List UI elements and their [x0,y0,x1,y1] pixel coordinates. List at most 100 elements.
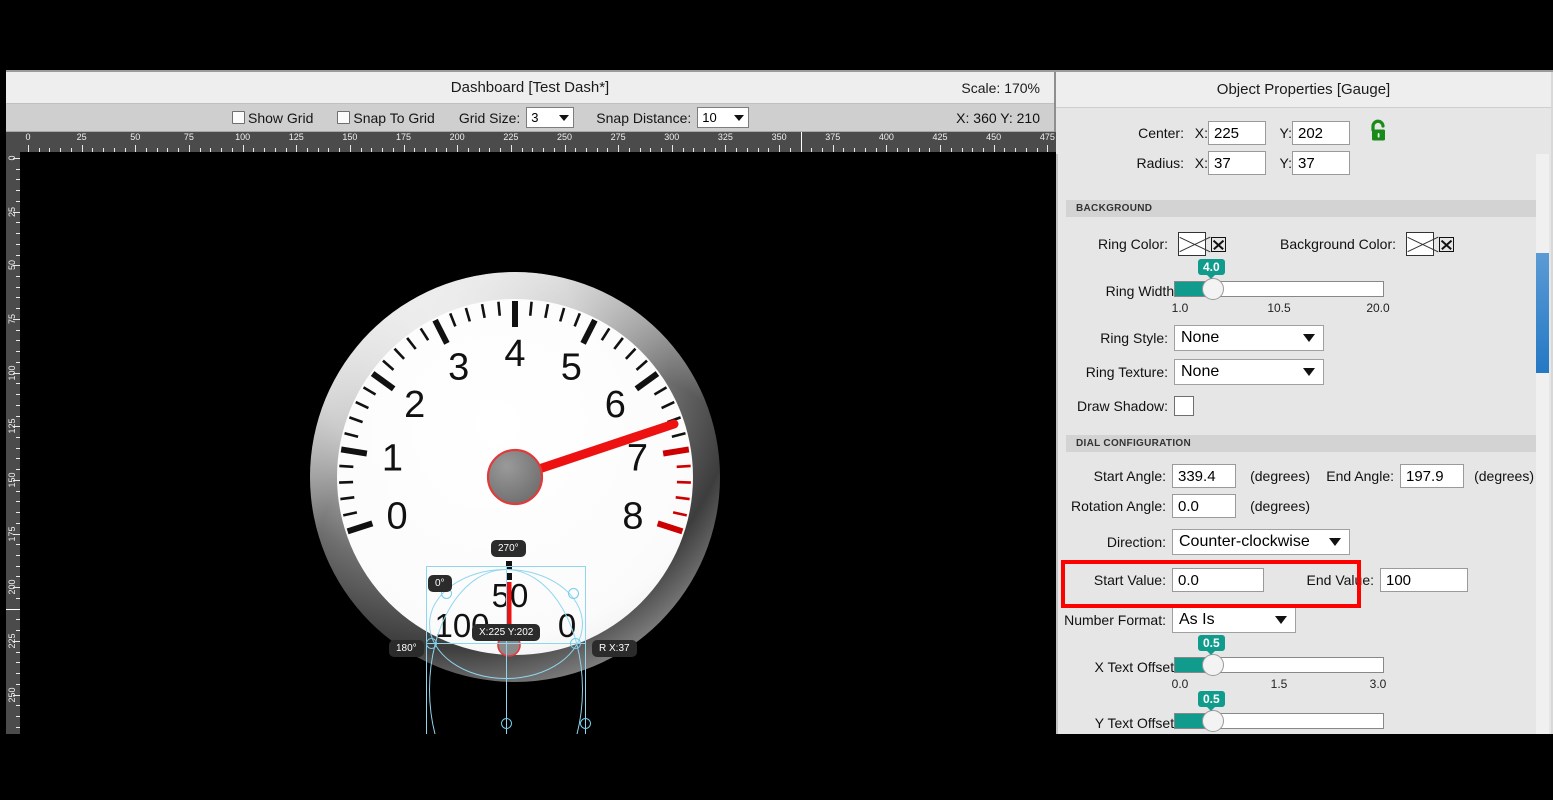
ruler-label: 300 [664,132,680,142]
selection-handle-end-angle[interactable] [568,588,579,599]
ruler-label: 375 [825,132,841,142]
ruler-label: 75 [183,132,194,142]
radius-y-input[interactable]: 37 [1292,151,1350,175]
gauge-dial-number: 1 [382,438,403,480]
properties-scrollbar-thumb[interactable] [1536,253,1549,373]
ring-color-swatch[interactable] [1178,232,1206,256]
snap-to-grid-checkbox[interactable]: Snap To Grid [337,110,435,126]
properties-body: Center: X: 225 Y: 202 Radius: X: 37 Y: 3… [1056,118,1551,734]
ruler-tick [1047,145,1049,152]
editor-toolbar: Show Grid Snap To Grid Grid Size: 3 Snap… [6,104,1054,132]
selection-handle-radius-y[interactable] [501,718,512,729]
direction-select[interactable]: Counter-clockwise [1172,529,1350,555]
radius-x-label: X: [1194,155,1208,171]
checkbox-box[interactable] [337,111,351,124]
dashboard-canvas[interactable]: 012345678 50 100 0 [20,152,1056,734]
chevron-down-icon [559,114,570,121]
ruler-label: 150 [342,132,358,142]
number-format-select[interactable]: As Is [1172,607,1296,633]
y-text-offset-slider-knob[interactable] [1202,710,1224,732]
ring-texture-value: None [1181,363,1220,380]
background-color-clear-button[interactable] [1439,236,1454,252]
chevron-down-icon [734,114,745,121]
horizontal-ruler[interactable]: 0 25 50 75 100 125 150 175 200 225 250 275 300 325 350… [20,132,1056,152]
ruler-label: 125 [7,418,17,434]
vertical-ruler[interactable]: 0 25 50 75 100 125 150 175 200 225 250 [6,152,20,734]
ruler-tick [403,145,405,152]
rotation-angle-row: Rotation Angle: 0.0 (degrees) [1056,491,1551,521]
end-value-label: End Value: [1306,572,1374,588]
angles-row: Start Angle: 339.4 (degrees) End Angle: … [1056,461,1551,491]
tag-angle-180: 180° [389,640,424,657]
properties-scrollbar-track[interactable] [1536,154,1549,734]
ruler-tick [779,145,781,152]
center-x-input[interactable]: 225 [1208,121,1266,145]
snap-distance-select[interactable]: 10 [697,107,750,128]
unlocked-padlock-icon[interactable] [1366,118,1392,149]
ruler-cursor-marker [6,608,20,610]
x-text-offset-slider-knob[interactable] [1202,654,1224,676]
gauge-dial-number: 7 [627,438,648,480]
scale-label: Scale: 170% [961,79,1040,96]
snap-distance-label: Snap Distance: [596,109,692,126]
direction-label: Direction: [1106,534,1166,550]
rotation-angle-input[interactable]: 0.0 [1172,494,1236,518]
radius-x-input[interactable]: 37 [1208,151,1266,175]
ring-texture-select[interactable]: None [1174,359,1324,385]
ruler-tick [671,145,673,152]
ring-width-slider-group: Ring Width: 4.0 1.0 10.5 20.0 [1056,259,1551,323]
ruler-corner [6,132,20,152]
gauge-dial-number: 8 [622,495,643,537]
gauge-major-tick [662,446,690,457]
ruler-tick [725,145,727,152]
gauge-dial-number: 5 [561,347,582,389]
start-angle-input[interactable]: 339.4 [1172,464,1236,488]
ruler-label: 175 [7,526,17,542]
ring-style-select[interactable]: None [1174,325,1324,351]
ring-texture-label: Ring Texture: [1085,364,1168,380]
ring-width-slider-knob[interactable] [1202,278,1224,300]
dial-section-header: DIAL CONFIGURATION [1066,435,1539,452]
ruler-label: 50 [130,132,141,142]
show-grid-checkbox[interactable]: Show Grid [232,110,313,126]
ruler-label: 150 [7,472,17,488]
gauge-minor-tick [497,301,502,316]
tag-angle-270: 270° [491,540,526,557]
ruler-tick [188,145,190,152]
end-angle-input[interactable]: 197.9 [1400,464,1464,488]
cursor-coordinate-readout: X: 360 Y: 210 [956,109,1040,126]
gauge-minor-tick [675,496,690,501]
snap-distance-value: 10 [702,110,717,125]
ruler-tick [81,145,83,152]
ring-width-label: Ring Width: [1105,283,1178,299]
chevron-down-icon [1275,616,1287,624]
end-value-input[interactable]: 100 [1380,568,1468,592]
properties-titlebar: Object Properties [Gauge] [1056,72,1551,108]
start-value-label: Start Value: [1093,572,1166,588]
selection-handle-left[interactable] [426,638,437,649]
draw-shadow-label: Draw Shadow: [1076,398,1168,414]
start-value-input[interactable]: 0.0 [1172,568,1264,592]
x-text-offset-min-label: 0.0 [1171,677,1189,691]
checkbox-box[interactable] [232,111,245,124]
selection-handle-radius-x[interactable] [580,718,591,729]
number-format-row: Number Format: As Is [1056,605,1551,635]
editor-titlebar: Dashboard [Test Dash*] Scale: 170% [6,72,1054,104]
ruler-label: 100 [235,132,251,142]
number-format-label: Number Format: [1064,612,1166,628]
gauge-hub [486,448,544,506]
center-y-input[interactable]: 202 [1292,121,1350,145]
chevron-down-icon [1303,334,1315,342]
rotation-angle-units: (degrees) [1250,498,1310,514]
radius-label: Radius: [1136,155,1184,171]
editor-title: Dashboard [Test Dash*] [450,79,610,96]
ruler-tick [349,145,351,152]
selection-handle-right[interactable] [570,638,581,649]
ring-color-clear-button[interactable] [1211,236,1226,252]
background-color-swatch[interactable] [1406,232,1434,256]
ruler-tick [940,145,942,152]
rotation-angle-label: Rotation Angle: [1071,498,1166,514]
grid-size-select[interactable]: 3 [526,107,575,128]
draw-shadow-checkbox[interactable] [1174,396,1194,416]
ring-width-value-badge: 4.0 [1198,259,1225,279]
